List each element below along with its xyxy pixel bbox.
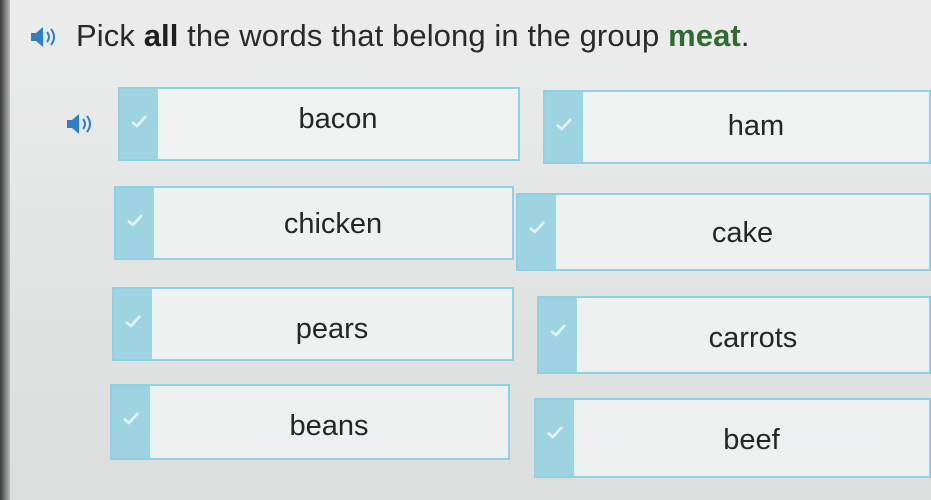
- option-label: carrots: [708, 322, 798, 354]
- option-checkbox[interactable]: [112, 386, 150, 458]
- option-checkbox[interactable]: [539, 298, 577, 372]
- checkmark-icon: [127, 214, 143, 227]
- options-speaker-icon[interactable]: [66, 113, 96, 135]
- checkmark-icon: [123, 412, 139, 425]
- question-speaker-icon[interactable]: [30, 26, 60, 48]
- question-suffix: .: [740, 18, 750, 53]
- option-label: chicken: [283, 208, 383, 240]
- option-label: bacon: [298, 103, 378, 135]
- option-checkbox[interactable]: [120, 89, 158, 159]
- checkmark-icon: [131, 115, 147, 128]
- question-emphasis: all: [143, 18, 179, 53]
- option-beef[interactable]: beef: [534, 398, 931, 478]
- option-checkbox[interactable]: [545, 92, 583, 162]
- option-checkbox[interactable]: [114, 289, 152, 359]
- option-label: beef: [723, 424, 780, 456]
- option-chicken[interactable]: chicken: [114, 186, 514, 260]
- option-checkbox[interactable]: [116, 188, 154, 258]
- option-label: cake: [711, 217, 774, 249]
- option-ham[interactable]: ham: [543, 90, 931, 164]
- checkmark-icon: [547, 426, 563, 439]
- option-bacon[interactable]: bacon: [118, 87, 520, 161]
- option-label: beans: [289, 410, 369, 442]
- question-group-word: meat: [668, 18, 741, 53]
- option-label: ham: [727, 110, 785, 142]
- checkmark-icon: [529, 221, 545, 234]
- question-prefix: Pick: [76, 18, 144, 53]
- screen: Pick all the words that belong in the gr…: [0, 0, 931, 500]
- question-middle: the words that belong in the group: [178, 18, 669, 53]
- checkmark-icon: [556, 118, 572, 131]
- checkmark-icon: [550, 324, 566, 337]
- option-label: pears: [295, 313, 369, 345]
- option-beans[interactable]: beans: [110, 384, 510, 460]
- option-carrots[interactable]: carrots: [537, 296, 931, 374]
- question-text: Pick all the words that belong in the gr…: [76, 18, 750, 54]
- option-cake[interactable]: cake: [516, 193, 931, 271]
- checkmark-icon: [125, 315, 141, 328]
- screen-edge: [0, 0, 10, 500]
- option-pears[interactable]: pears: [112, 287, 514, 361]
- option-checkbox[interactable]: [536, 400, 574, 476]
- option-checkbox[interactable]: [518, 195, 556, 269]
